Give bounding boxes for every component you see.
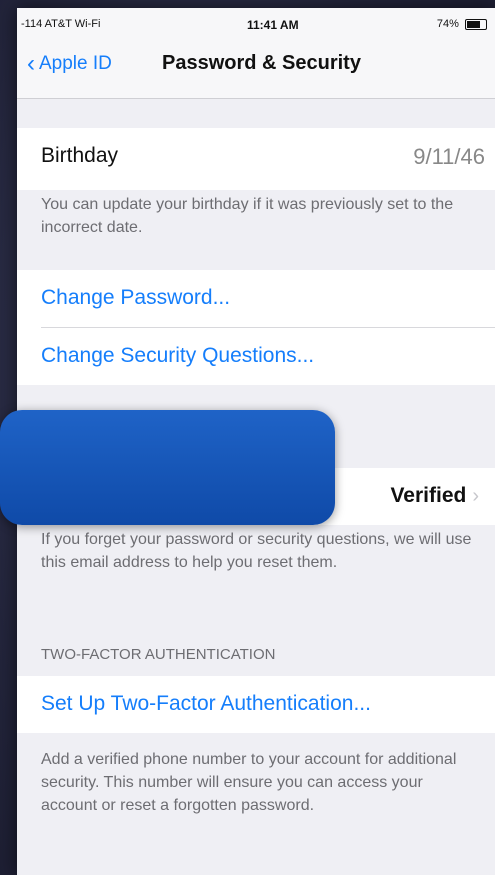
- change-password-link[interactable]: Change Password...: [41, 286, 230, 310]
- battery-status: 74%: [437, 18, 487, 30]
- back-button[interactable]: ‹ Apple ID: [27, 52, 112, 76]
- page-title: Password & Security: [162, 52, 361, 74]
- change-security-questions-link[interactable]: Change Security Questions...: [41, 344, 314, 368]
- rescue-email-note: If you forget your password or security …: [41, 531, 472, 571]
- birthday-label: Birthday: [41, 144, 119, 167]
- verified-label: Verified: [390, 484, 467, 507]
- two-factor-header: TWO-FACTOR AUTHENTICATION: [41, 646, 276, 663]
- back-button-label: Apple ID: [39, 53, 112, 74]
- carrier-label: -114 AT&T Wi-Fi: [21, 18, 101, 30]
- status-time: 11:41 AM: [247, 18, 299, 32]
- verified-status: Verified ›: [390, 484, 479, 508]
- birthday-note: You can update your birthday if it was p…: [41, 196, 454, 236]
- battery-icon: [465, 18, 487, 30]
- chevron-right-icon: ›: [472, 485, 479, 507]
- change-security-questions-row[interactable]: Change Security Questions...: [17, 328, 495, 385]
- birthday-row[interactable]: Birthday 9/11/46: [17, 128, 495, 190]
- two-factor-row[interactable]: Set Up Two-Factor Authentication...: [17, 676, 495, 733]
- password-group: Change Password... Change Security Quest…: [17, 270, 495, 385]
- navigation-bar: ‹ Apple ID Password & Security: [17, 38, 495, 99]
- two-factor-note: Add a verified phone number to your acco…: [41, 751, 457, 814]
- birthday-value: 9/11/46: [413, 144, 485, 169]
- status-bar: -114 AT&T Wi-Fi 11:41 AM 74%: [17, 8, 495, 38]
- battery-percent: 74%: [436, 18, 459, 30]
- chevron-left-icon: ‹: [27, 50, 35, 77]
- set-up-two-factor-link[interactable]: Set Up Two-Factor Authentication...: [41, 692, 371, 716]
- blue-overlay-box: [0, 410, 335, 525]
- change-password-row[interactable]: Change Password...: [17, 270, 495, 327]
